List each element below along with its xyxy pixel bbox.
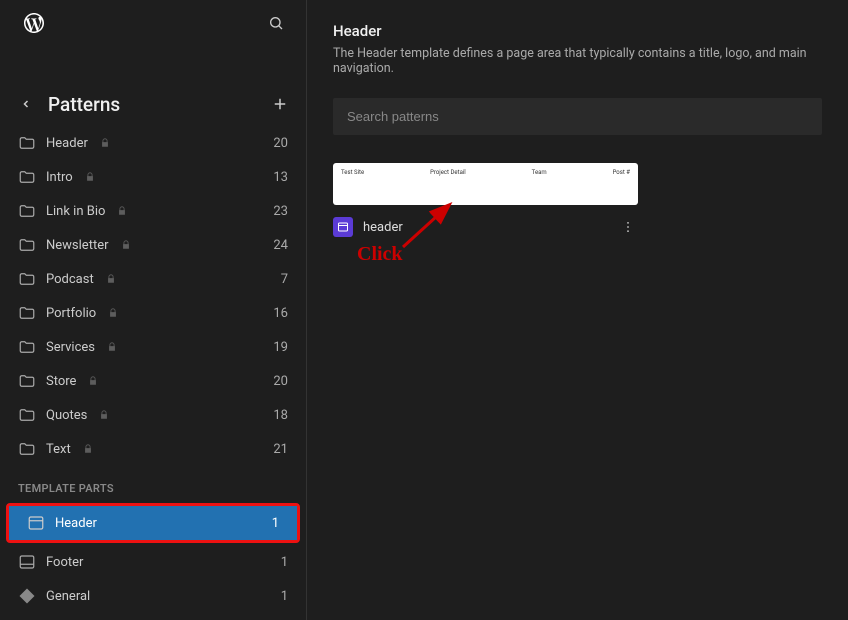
- lock-icon: [85, 172, 95, 182]
- sidebar-item-store[interactable]: Store 20: [0, 364, 306, 398]
- preview-item: Test Site: [341, 169, 364, 176]
- selected-highlight: Header 1: [6, 503, 300, 543]
- sidebar-item-label: General: [46, 589, 90, 604]
- item-count: 16: [273, 306, 288, 321]
- lock-icon: [100, 138, 110, 148]
- item-count: 20: [273, 374, 288, 389]
- lock-icon: [108, 308, 118, 318]
- main-panel: Header The Header template defines a pag…: [307, 0, 848, 620]
- pattern-card[interactable]: Test Site Project Detail Team Post # hea…: [333, 163, 638, 237]
- folder-icon: [18, 236, 36, 254]
- sidebar-item-label: Newsletter: [46, 238, 109, 253]
- item-count: 1: [272, 516, 279, 531]
- title-row: Patterns: [0, 76, 306, 126]
- chevron-left-icon: [20, 98, 32, 110]
- sidebar-item-label: Intro: [46, 170, 73, 185]
- hub-search-button[interactable]: [258, 5, 294, 41]
- preview-item: Post #: [613, 169, 630, 176]
- item-count: 1: [281, 555, 288, 570]
- folder-icon: [18, 406, 36, 424]
- item-count: 7: [281, 272, 288, 287]
- card-more-button[interactable]: [618, 217, 638, 237]
- main-title: Header: [333, 22, 822, 40]
- folder-icon: [18, 304, 36, 322]
- sidebar-item-link-in-bio[interactable]: Link in Bio 23: [0, 194, 306, 228]
- template-part-item-footer[interactable]: Footer 1: [0, 545, 306, 579]
- sidebar-item-label: Store: [46, 374, 76, 389]
- template-parts-heading: TEMPLATE PARTS: [0, 466, 306, 501]
- item-count: 24: [273, 238, 288, 253]
- folder-icon: [18, 372, 36, 390]
- sidebar-item-header[interactable]: Header 20: [0, 126, 306, 160]
- header-part-icon: [333, 217, 353, 237]
- topbar: [0, 0, 306, 46]
- search-icon: [268, 15, 284, 31]
- folder-icon: [18, 168, 36, 186]
- diamond-icon: [18, 587, 36, 605]
- lock-icon: [83, 444, 93, 454]
- sidebar-item-services[interactable]: Services 19: [0, 330, 306, 364]
- search-input[interactable]: [333, 98, 822, 135]
- more-vertical-icon: [621, 220, 635, 234]
- back-button[interactable]: [12, 90, 40, 118]
- lock-icon: [106, 274, 116, 284]
- lock-icon: [121, 240, 131, 250]
- pattern-preview: Test Site Project Detail Team Post #: [333, 163, 638, 205]
- wordpress-logo-icon[interactable]: [24, 13, 44, 33]
- item-count: 23: [273, 204, 288, 219]
- sidebar-item-podcast[interactable]: Podcast 7: [0, 262, 306, 296]
- folder-icon: [18, 270, 36, 288]
- sidebar-item-quotes[interactable]: Quotes 18: [0, 398, 306, 432]
- lock-icon: [88, 376, 98, 386]
- sidebar-item-label: Quotes: [46, 408, 87, 423]
- item-count: 21: [273, 442, 288, 457]
- add-pattern-button[interactable]: [266, 90, 294, 118]
- header-icon: [27, 514, 45, 532]
- sidebar-item-intro[interactable]: Intro 13: [0, 160, 306, 194]
- nav-list: Header 20 Intro 13 Link in Bio 23 Newsletter 24…: [0, 126, 306, 620]
- sidebar-item-label: Link in Bio: [46, 204, 105, 219]
- page-title: Patterns: [48, 93, 120, 116]
- lock-icon: [99, 410, 109, 420]
- main-description: The Header template defines a page area …: [333, 46, 822, 76]
- template-part-item-header[interactable]: Header 1: [9, 506, 297, 540]
- sidebar-item-label: Header: [46, 136, 88, 151]
- lock-icon: [117, 206, 127, 216]
- lock-icon: [107, 342, 117, 352]
- preview-item: Team: [532, 169, 547, 176]
- sidebar-item-label: Portfolio: [46, 306, 96, 321]
- folder-icon: [18, 440, 36, 458]
- card-label: header: [363, 220, 403, 235]
- item-count: 18: [273, 408, 288, 423]
- item-count: 1: [281, 589, 288, 604]
- sidebar-item-label: Footer: [46, 555, 83, 570]
- item-count: 19: [273, 340, 288, 355]
- sidebar-item-label: Podcast: [46, 272, 94, 287]
- sidebar-item-text[interactable]: Text 21: [0, 432, 306, 466]
- sidebar: Patterns Header 20 Intro 13 Link in Bio 23 New…: [0, 0, 307, 620]
- folder-icon: [18, 202, 36, 220]
- folder-icon: [18, 338, 36, 356]
- sidebar-item-label: Services: [46, 340, 95, 355]
- sidebar-item-newsletter[interactable]: Newsletter 24: [0, 228, 306, 262]
- item-count: 20: [273, 136, 288, 151]
- footer-icon: [18, 553, 36, 571]
- plus-icon: [271, 95, 289, 113]
- folder-icon: [18, 134, 36, 152]
- item-count: 13: [273, 170, 288, 185]
- sidebar-item-label: Text: [46, 442, 71, 457]
- card-footer: header: [333, 205, 638, 237]
- sidebar-item-portfolio[interactable]: Portfolio 16: [0, 296, 306, 330]
- template-part-item-general[interactable]: General 1: [0, 579, 306, 613]
- preview-item: Project Detail: [430, 169, 466, 176]
- sidebar-item-label: Header: [55, 516, 97, 531]
